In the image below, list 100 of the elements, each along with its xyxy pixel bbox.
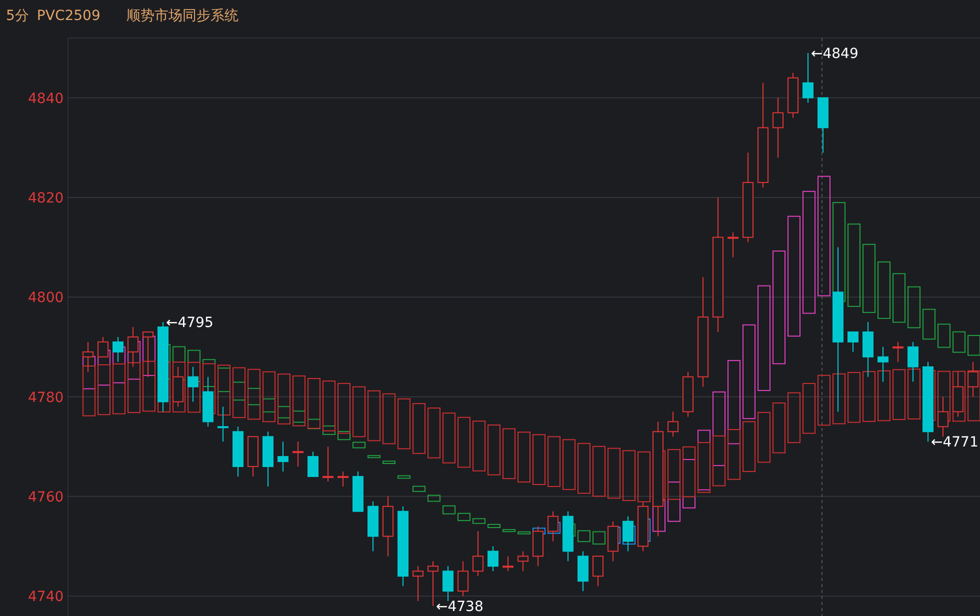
band-bar (352, 386, 366, 438)
system-title: 顺势市场同步系统 (126, 7, 238, 25)
price-annotation: ←4795 (166, 315, 214, 332)
candlestick (518, 550, 528, 572)
candlestick (472, 530, 484, 577)
band-bar (458, 512, 470, 522)
band-bar (878, 261, 890, 319)
band-bar (382, 460, 396, 464)
band-bar (398, 398, 410, 450)
band-bar (428, 408, 440, 458)
price-annotation: ←4849 (811, 46, 858, 62)
candlestick (728, 232, 738, 258)
band-bar (518, 432, 530, 482)
band-bar (488, 424, 500, 476)
candlestick (112, 336, 124, 362)
candlestick (502, 556, 514, 572)
band-bar (472, 518, 486, 524)
band-bar (458, 416, 470, 468)
band-bar (488, 524, 500, 528)
candlestick (592, 556, 604, 587)
candlestick (368, 500, 378, 552)
band-bar (128, 362, 140, 414)
candlestick (382, 496, 394, 557)
candlestick (892, 341, 904, 362)
candlestick (188, 366, 198, 402)
band-bar (578, 530, 590, 542)
candlestick (128, 326, 138, 368)
band-bar (938, 370, 950, 422)
band-bar (352, 442, 366, 448)
candlestick (338, 471, 348, 487)
candlestick (772, 97, 784, 158)
candlestick (428, 560, 438, 607)
band-bar (892, 273, 906, 323)
band-bar (638, 451, 650, 502)
candlestick (668, 411, 678, 438)
band-bar (788, 392, 800, 444)
candlestick (202, 376, 214, 428)
band-bar (608, 448, 620, 499)
candlestick (442, 566, 454, 602)
candlestick (322, 446, 334, 482)
band-bar (862, 371, 876, 422)
candlestick (532, 526, 544, 567)
band-bar (548, 522, 560, 534)
band-bar (952, 331, 966, 353)
candlestick (248, 436, 258, 477)
band-bar (578, 442, 590, 494)
band-bar (668, 482, 680, 522)
band-bar (472, 420, 486, 472)
candlestick (98, 336, 108, 358)
band-bar (968, 334, 980, 356)
band-bar (368, 390, 380, 442)
candlestick (848, 331, 858, 352)
band-bar (412, 486, 426, 492)
band-bar (442, 412, 456, 464)
chart-period: 5分 (6, 7, 29, 25)
band-bar (112, 363, 126, 414)
candlestick (878, 346, 888, 382)
band-bar (592, 446, 606, 497)
candlestick (292, 441, 304, 468)
band-bar (502, 428, 516, 480)
band-bar (548, 436, 560, 487)
candlestick (308, 451, 318, 477)
band-bar (938, 324, 950, 348)
band-bar (428, 494, 440, 502)
candlestick (608, 520, 618, 562)
candlestick (278, 441, 288, 472)
band-bar (592, 531, 606, 545)
band-bar (668, 449, 680, 500)
band-bar (532, 434, 546, 485)
band-bar (832, 373, 846, 424)
band-bar (442, 505, 456, 514)
candlestick (352, 471, 364, 512)
contract-symbol: PVC2509 (36, 8, 100, 24)
axis-label: 4780 (28, 390, 64, 406)
band-bar (412, 403, 426, 454)
axis-label: 4820 (28, 190, 64, 206)
axis-label: 4740 (28, 589, 64, 606)
band-bar (368, 455, 380, 458)
band-bar (398, 475, 410, 479)
axis-label: 4760 (28, 489, 64, 506)
candlestick (218, 406, 228, 442)
candlestick (862, 322, 874, 378)
axis-label: 4800 (28, 290, 64, 306)
candlestick (262, 431, 274, 487)
band-bar (818, 374, 830, 426)
candlestick (142, 331, 154, 378)
axis-label: 4840 (28, 90, 64, 107)
candlestick (548, 510, 558, 542)
candlestick (908, 341, 918, 382)
band-bar (758, 412, 770, 463)
band-bar (922, 308, 936, 340)
candlestick (232, 426, 244, 477)
candlestick (578, 550, 588, 592)
candlestick (622, 516, 634, 552)
band-bar (968, 370, 980, 422)
band-bar (98, 364, 110, 416)
price-annotation: ←4771 (931, 434, 978, 451)
candlestick (638, 500, 648, 552)
band-bar (518, 531, 530, 534)
band-bar (622, 526, 636, 545)
